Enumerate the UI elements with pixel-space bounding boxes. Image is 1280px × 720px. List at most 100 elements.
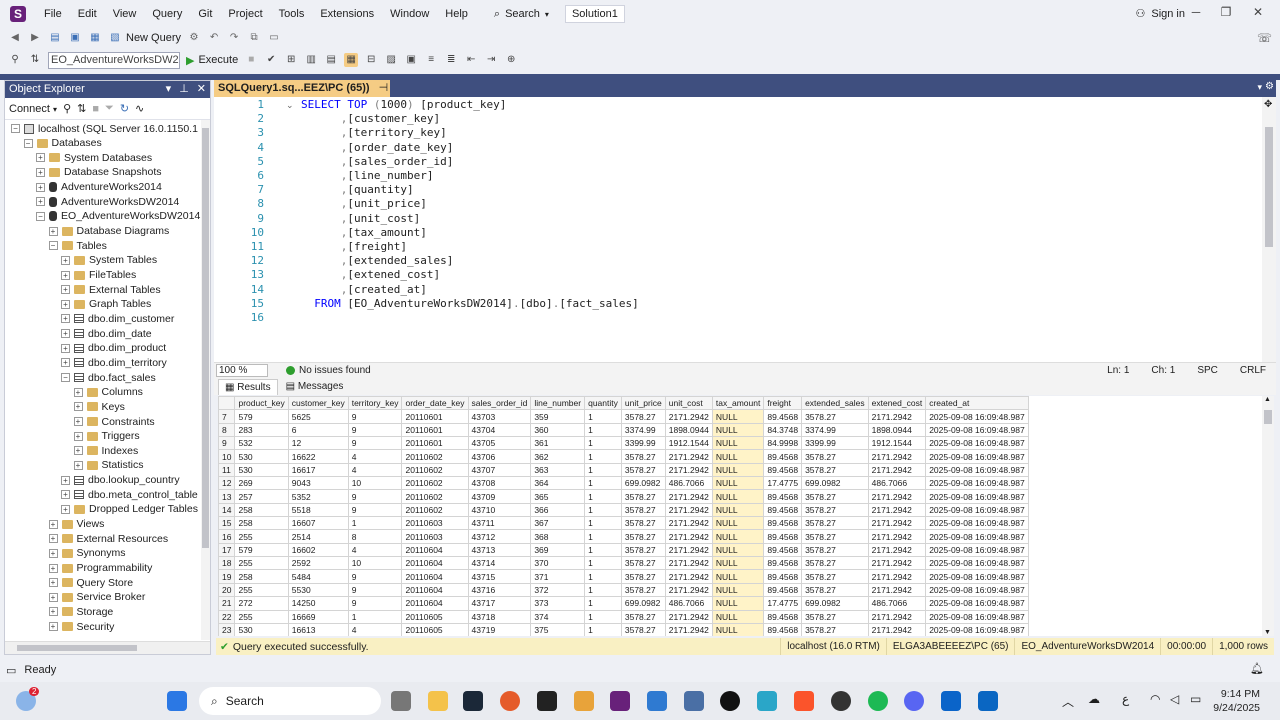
table-cell[interactable]: 2171.2942: [664, 489, 713, 504]
disconnect-icon[interactable]: ⇅: [77, 102, 86, 115]
table-cell[interactable]: 2171.2942: [664, 449, 713, 464]
tree-scroll-thumb[interactable]: [202, 128, 209, 548]
table-cell[interactable]: 269: [234, 476, 289, 491]
table-cell[interactable]: 1: [584, 529, 622, 544]
specify-values-icon[interactable]: ⊕: [504, 53, 518, 67]
table-cell[interactable]: 9: [347, 502, 403, 518]
window-icon[interactable]: ▭: [267, 31, 281, 45]
row-number[interactable]: 22: [218, 609, 236, 624]
window-position-icon[interactable]: ▾: [166, 81, 172, 98]
table-cell[interactable]: 699.0982: [620, 596, 666, 611]
table-cell[interactable]: 89.4568: [763, 462, 803, 478]
expand-icon[interactable]: +: [36, 153, 45, 163]
table-cell[interactable]: 2171.2942: [867, 622, 927, 636]
table-cell[interactable]: 89.4568: [763, 556, 803, 571]
table-cell[interactable]: 1: [347, 609, 403, 624]
table-cell[interactable]: NULL: [711, 502, 765, 518]
close-icon[interactable]: ✕: [197, 81, 206, 98]
save-all-icon[interactable]: ▦: [88, 31, 102, 45]
menu-tools[interactable]: Tools: [271, 0, 313, 28]
expand-icon[interactable]: +: [61, 314, 70, 324]
tree-node[interactable]: + Query Store: [48, 575, 133, 590]
table-cell[interactable]: NULL: [711, 556, 765, 571]
table-cell[interactable]: 2025-09-08 16:09:48.987: [925, 516, 1029, 531]
collapse-icon[interactable]: −: [36, 211, 45, 221]
table-cell[interactable]: 20110602: [401, 502, 469, 518]
table-cell[interactable]: NULL: [711, 529, 765, 544]
table-cell[interactable]: 1: [584, 409, 622, 424]
table-cell[interactable]: 3578.27: [620, 542, 666, 558]
discord-icon[interactable]: [904, 691, 924, 711]
table-cell[interactable]: 360: [530, 422, 586, 438]
table-cell[interactable]: 2025-09-08 16:09:48.987: [925, 582, 1029, 598]
tree-node[interactable]: − Databases: [23, 136, 102, 151]
tree-node[interactable]: + Dropped Ledger Tables: [61, 502, 198, 517]
table-cell[interactable]: 5484: [287, 569, 349, 584]
table-cell[interactable]: 1: [584, 449, 622, 464]
row-number[interactable]: 21: [218, 596, 236, 611]
scroll-up-icon[interactable]: ▲: [1264, 396, 1271, 403]
connect-dropdown[interactable]: Connect ▾: [9, 103, 57, 115]
table-cell[interactable]: 43709: [467, 489, 532, 504]
column-header[interactable]: territory_key: [347, 396, 403, 411]
tree-node[interactable]: + Statistics: [73, 458, 144, 473]
table-cell[interactable]: 2171.2942: [664, 582, 713, 598]
maximize-button[interactable]: ❐: [1212, 5, 1240, 19]
execute-button[interactable]: ▶ Execute: [186, 54, 238, 67]
table-cell[interactable]: 2171.2942: [867, 582, 927, 598]
table-cell[interactable]: 43708: [467, 476, 532, 491]
column-header[interactable]: created_at: [925, 396, 1029, 411]
expand-icon[interactable]: +: [61, 358, 70, 368]
tree-node[interactable]: − dbo.fact_sales: [61, 370, 156, 385]
expand-icon[interactable]: +: [61, 299, 70, 309]
table-cell[interactable]: 2171.2942: [664, 569, 713, 584]
table-cell[interactable]: NULL: [711, 569, 765, 584]
tree-node[interactable]: + Security: [48, 619, 114, 632]
tree-node[interactable]: + Graph Tables: [61, 297, 151, 312]
table-cell[interactable]: 84.3748: [763, 422, 803, 438]
expand-icon[interactable]: +: [48, 548, 58, 558]
table-cell[interactable]: NULL: [711, 609, 765, 624]
table-cell[interactable]: 2171.2942: [664, 516, 713, 531]
table-cell[interactable]: 20110602: [401, 476, 469, 491]
table-row[interactable]: 13 257 5352 9 20110602 43709 365 1 3578.27 2171.2…: [218, 489, 1029, 504]
linkedin-icon[interactable]: [978, 691, 998, 711]
pin-icon[interactable]: ⊥: [179, 81, 189, 98]
table-cell[interactable]: 486.7066: [867, 596, 927, 611]
activity-monitor-icon[interactable]: ∿: [135, 102, 144, 115]
table-cell[interactable]: 3578.27: [620, 582, 666, 598]
table-cell[interactable]: 43716: [467, 582, 532, 598]
table-cell[interactable]: 20110602: [401, 489, 469, 504]
scroll-down-icon[interactable]: ▼: [1264, 629, 1271, 636]
refresh-icon[interactable]: ↻: [120, 102, 129, 115]
table-cell[interactable]: 20110604: [401, 542, 469, 558]
comment-icon[interactable]: ≡: [424, 53, 438, 67]
table-cell[interactable]: 1898.0944: [867, 422, 927, 438]
table-cell[interactable]: NULL: [711, 596, 765, 611]
table-cell[interactable]: 361: [530, 436, 586, 451]
column-header[interactable]: customer_key: [287, 396, 349, 411]
table-cell[interactable]: 2171.2942: [867, 489, 927, 504]
table-cell[interactable]: 1: [584, 489, 622, 504]
column-header[interactable]: order_date_key: [401, 396, 469, 411]
table-cell[interactable]: 2025-09-08 16:09:48.987: [925, 449, 1029, 464]
redo-icon[interactable]: ↷: [227, 31, 241, 45]
table-cell[interactable]: 2171.2942: [867, 556, 927, 571]
results-to-grid-icon[interactable]: ▦: [344, 53, 359, 67]
tree-node[interactable]: + Views: [48, 517, 104, 532]
row-number[interactable]: 17: [218, 542, 236, 558]
estimated-plan-icon[interactable]: ⊞: [284, 53, 298, 67]
row-number[interactable]: 15: [218, 516, 236, 531]
include-plan-icon[interactable]: ⊟: [364, 53, 378, 67]
collapse-icon[interactable]: −: [48, 241, 58, 251]
table-cell[interactable]: 2171.2942: [867, 542, 927, 558]
table-cell[interactable]: 16617: [287, 462, 349, 478]
table-cell[interactable]: 3578.27: [801, 569, 869, 584]
row-number[interactable]: 19: [218, 569, 236, 584]
collapse-icon[interactable]: −: [23, 138, 33, 148]
table-cell[interactable]: 362: [530, 449, 586, 464]
wifi-icon[interactable]: ◠: [1150, 692, 1160, 706]
table-cell[interactable]: 43714: [467, 556, 532, 571]
database-select[interactable]: EO_AdventureWorksDW201 ▾: [48, 51, 180, 69]
table-cell[interactable]: 2025-09-08 16:09:48.987: [925, 542, 1029, 558]
